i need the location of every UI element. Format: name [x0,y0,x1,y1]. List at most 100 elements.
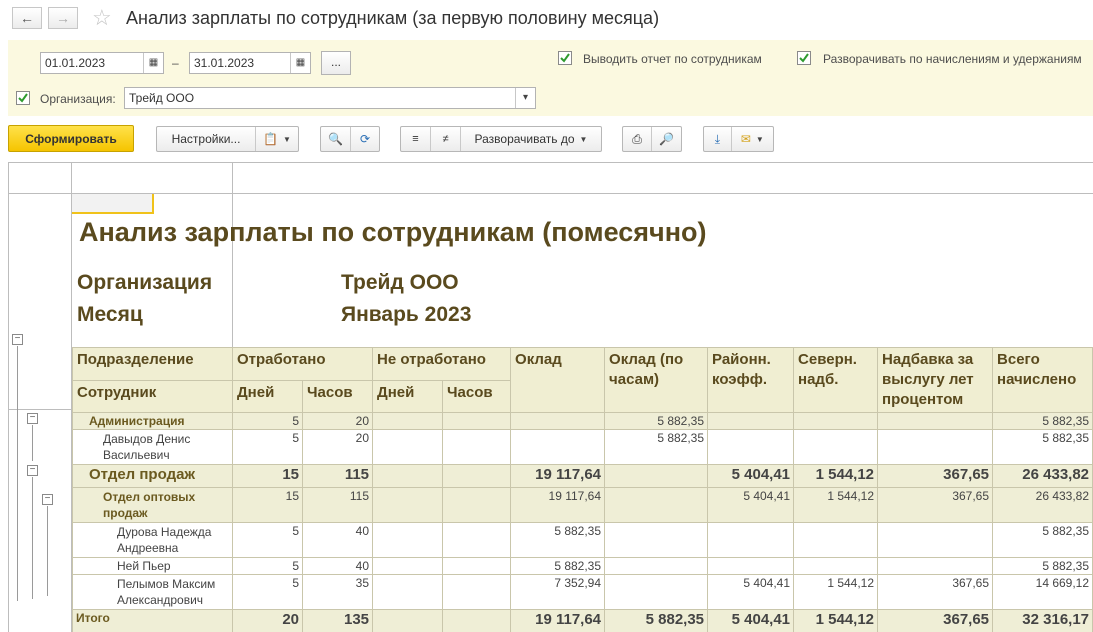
cell-seniority [877,412,994,430]
dropdown-arrow-icon: ▼ [579,134,588,144]
grid-line [8,162,1093,163]
cell-regional: 5 404,41 [707,487,795,523]
cell-total: 5 882,35 [992,429,1093,465]
employee-name: Давыдов Денис Васильевич [72,429,233,465]
totals-label: Итого [76,611,110,625]
calendar-icon[interactable]: ▦ [290,53,310,73]
employee-name: Дурова Надежда Андреевна [72,522,233,558]
cell-nw-hours [442,522,512,558]
header-worked-days: Дней [232,379,303,413]
back-button[interactable]: ← [12,7,42,29]
expand-by-accruals-checkbox[interactable] [797,51,811,65]
cell-salary-hours: 5 882,35 [604,429,709,465]
send-button[interactable]: ✉ ▼ [732,127,773,151]
collapse-toggle-icon[interactable]: − [42,494,53,505]
cell-seniority: 367,65 [877,464,994,488]
period-select-button[interactable]: ... [321,51,351,75]
expand-by-accruals-label: Разворачивать по начислениям и удержания… [823,52,1082,66]
cell-salary [510,412,606,430]
cell-seniority: 367,65 [877,609,994,632]
header-salary: Оклад [510,347,606,413]
collapse-toggle-icon[interactable]: − [27,465,38,476]
cell-total: 5 882,35 [992,557,1093,575]
cell-salary-hours [604,557,709,575]
table-row[interactable]: Ней Пьер 5 40 5 882,35 5 882,35 [72,557,1093,575]
variants-button[interactable]: 📋 ▼ [256,127,298,151]
table-row[interactable]: Давыдов Денис Васильевич 5 20 5 882,35 5… [72,429,1093,465]
cell-northern [793,429,879,465]
date-from-field[interactable]: 01.01.2023 ▦ [40,52,164,74]
collapse-toggle-icon[interactable]: − [12,334,23,345]
report-area[interactable]: Анализ зарплаты по сотрудникам (помесячн… [8,162,1093,632]
print-button[interactable]: ⎙ [623,127,652,151]
cell-hours: 40 [301,522,374,558]
cell-regional [707,557,795,575]
cell-regional: 5 404,41 [707,574,795,610]
date-to-field[interactable]: 31.01.2023 ▦ [189,52,311,74]
preview-button[interactable]: 🔎 [652,127,681,151]
forward-button[interactable]: → [48,7,78,29]
header-regional: Районн. коэфф. [707,347,795,413]
cell-northern [793,412,879,430]
generate-button[interactable]: Сформировать [8,125,134,152]
cell-hours: 35 [301,574,374,610]
save-button[interactable]: ⤓ [704,127,732,151]
cell-hours: 115 [301,464,374,488]
favorite-star-icon[interactable]: ☆ [92,5,112,31]
selected-cell[interactable] [72,194,154,214]
cell-seniority [877,522,994,558]
table-row[interactable]: Пелымов Максим Александрович 5 35 7 352,… [72,574,1093,610]
cell-total: 26 433,82 [992,464,1093,488]
arrow-right-icon: → [56,10,70,26]
cell-nw-days [372,522,444,558]
cell-total: 32 316,17 [992,609,1093,632]
cell-nw-days [372,412,444,430]
arrow-left-icon: ← [20,10,34,26]
table-row[interactable]: Отдел продаж 15 115 19 117,64 5 404,41 1… [72,464,1093,488]
employee-name: Ней Пьер [72,557,233,575]
title-bar: ← → ☆ Анализ зарплаты по сотрудникам (за… [0,0,1093,38]
find-button[interactable]: 🔍 [321,127,351,151]
cell-nw-hours [442,609,512,632]
calendar-icon[interactable]: ▦ [143,53,163,73]
cell-nw-hours [442,574,512,610]
cell-salary: 5 882,35 [510,557,606,575]
print-group: ⎙ 🔎 [622,126,682,152]
tree-line [47,506,48,596]
table-row[interactable]: Отдел оптовых продаж 15 115 19 117,64 5 … [72,487,1093,523]
dropdown-arrow-icon[interactable]: ▾ [515,88,535,108]
totals-row[interactable]: Итого 20 135 19 117,64 5 882,35 5 404,41… [72,609,1093,632]
row-name: Отдел продаж [72,464,233,488]
find-next-button[interactable]: ⟳ [351,127,379,151]
cell-hours: 40 [301,557,374,575]
collapse-groups-button[interactable]: ≡ [401,127,431,151]
cell-salary: 19 117,64 [510,487,606,523]
grid-line [8,193,1093,194]
cell-regional: 5 404,41 [707,464,795,488]
expand-to-dropdown[interactable]: Разворачивать до ▼ [461,127,601,151]
header-total: Всего начислено [992,347,1093,413]
tree-line [17,346,18,601]
employee-name: Пелымов Максим Александрович [72,574,233,610]
show-by-employees-label: Выводить отчет по сотрудникам [583,52,762,66]
header-employee: Сотрудник [72,379,233,413]
row-name: Администрация [72,412,233,430]
settings-button[interactable]: Настройки... [157,127,256,151]
expand-rows-icon: ≠ [442,133,449,145]
header-salary-hours: Оклад (по часам) [604,347,709,413]
cell-hours: 20 [301,429,374,465]
cell-total: 5 882,35 [992,412,1093,430]
collapse-toggle-icon[interactable]: − [27,413,38,424]
table-row[interactable]: Администрация 5 20 5 882,35 5 882,35 [72,412,1093,430]
expand-groups-button[interactable]: ≠ [431,127,461,151]
printer-icon: ⎙ [632,131,642,146]
organization-field[interactable]: Трейд ООО ▾ [124,87,536,109]
table-row[interactable]: Дурова Надежда Андреевна 5 40 5 882,35 5… [72,522,1093,558]
cell-salary: 19 117,64 [510,464,606,488]
cell-nw-hours [442,464,512,488]
show-by-employees-checkbox[interactable] [558,51,572,65]
download-icon: ⤓ [714,131,720,146]
cell-total: 5 882,35 [992,522,1093,558]
date-to-value: 31.01.2023 [194,56,255,70]
organization-checkbox[interactable] [16,91,30,105]
